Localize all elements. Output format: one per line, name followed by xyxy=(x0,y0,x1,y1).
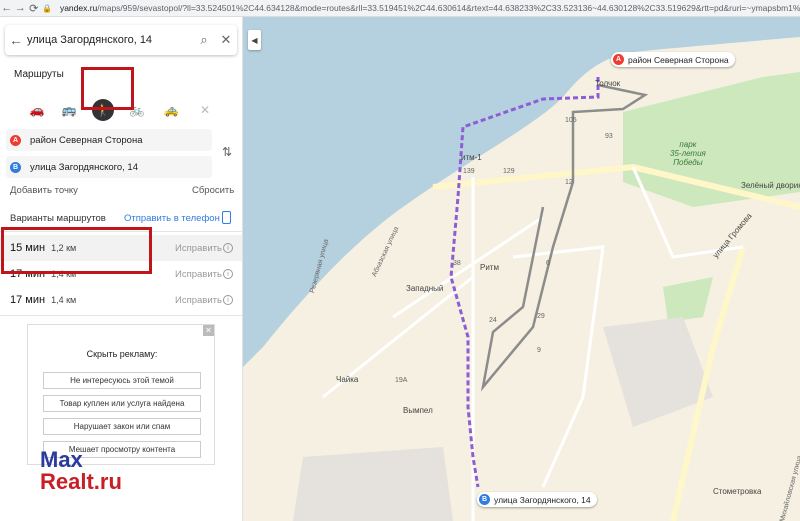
ad-option-button[interactable]: Не интересуюсь этой темой xyxy=(43,372,201,389)
route-time: 17 мин xyxy=(10,294,46,306)
fix-route-link[interactable]: Исправить xyxy=(175,295,222,306)
point-b-badge: B xyxy=(10,161,21,173)
map-label-zeleny: Зелёный дворик xyxy=(741,181,800,190)
map-label-ritm: Ритм xyxy=(480,263,499,272)
bus-mode-icon[interactable]: 🚌 xyxy=(56,97,82,123)
map-label-stomat: Стометровка xyxy=(713,487,762,496)
house-number: 24 xyxy=(489,317,497,324)
send-to-phone-link[interactable]: Отправить в телефон xyxy=(124,213,220,224)
info-icon[interactable]: i xyxy=(223,295,233,305)
house-number: 129 xyxy=(503,168,515,175)
collapse-panel-icon[interactable]: ◀ xyxy=(248,30,261,50)
fix-route-link[interactable]: Исправить xyxy=(175,243,222,254)
house-number: 93 xyxy=(605,133,613,140)
lock-icon: 🔒 xyxy=(42,3,53,13)
highlight-first-route xyxy=(1,227,152,274)
url-host: yandex.ru xyxy=(59,3,98,13)
route-distance: 1,4 км xyxy=(51,295,77,305)
house-number: 105 xyxy=(565,117,577,124)
watermark-line1: Max xyxy=(40,447,83,472)
ad-close-icon[interactable]: ✕ xyxy=(203,325,214,336)
map-pin-b[interactable]: B улица Загордянского, 14 xyxy=(477,492,597,507)
back-icon[interactable]: ← xyxy=(5,32,27,48)
ad-hide-box: ✕ Скрыть рекламу: Не интересуюсь этой те… xyxy=(27,324,215,465)
reset-link[interactable]: Сбросить xyxy=(192,185,234,196)
map-label-itm1: итм-1 xyxy=(461,153,482,162)
route-variants-label: Варианты маршрутов xyxy=(10,213,106,224)
add-point-link[interactable]: Добавить точку xyxy=(10,185,78,196)
map-view[interactable]: Толчок итм-1 Ритм Западный Чайка Вымпел … xyxy=(243,17,800,521)
pin-a-label: район Северная Сторона xyxy=(628,54,729,65)
house-number: 29 xyxy=(537,313,545,320)
url-path: /maps/959/sevastopol/?ll=33.524501%2C44.… xyxy=(97,3,800,13)
pin-b-label: улица Загордянского, 14 xyxy=(494,494,591,505)
divider xyxy=(0,315,242,316)
house-number: 12 xyxy=(565,179,573,186)
point-a-badge: A xyxy=(10,134,21,146)
map-label-park: парк 35-летия Победы xyxy=(670,140,706,167)
info-icon[interactable]: i xyxy=(223,269,233,279)
forward-arrow-icon[interactable]: → xyxy=(13,1,26,15)
routes-title: Маршруты xyxy=(14,69,64,80)
house-number: 38 xyxy=(453,260,461,267)
ad-option-button[interactable]: Нарушает закон или спам xyxy=(43,418,201,435)
watermark-line2: Realt.ru xyxy=(40,469,122,494)
back-arrow-icon[interactable]: ← xyxy=(0,1,13,15)
house-number: 6 xyxy=(546,260,550,267)
house-number: 139 xyxy=(463,168,475,175)
map-label-zapadny: Западный xyxy=(406,284,444,293)
point-a-field[interactable]: A район Северная Сторона xyxy=(6,129,212,151)
map-label-vympel: Вымпел xyxy=(403,406,433,415)
map-label-chaika: Чайка xyxy=(336,375,359,384)
map-pin-a[interactable]: A район Северная Сторона xyxy=(611,52,735,67)
point-b-field[interactable]: B улица Загордянского, 14 xyxy=(6,156,212,178)
info-icon[interactable]: i xyxy=(223,243,233,253)
fix-route-link[interactable]: Исправить xyxy=(175,269,222,280)
house-number: 19А xyxy=(395,377,408,384)
point-b-label: улица Загордянского, 14 xyxy=(30,161,138,173)
highlight-walk-mode xyxy=(81,67,134,110)
browser-bar: ← → ⟳ 🔒 yandex.ru/maps/959/sevastopol/?l… xyxy=(0,0,800,17)
watermark-logo: Max Realt.ru xyxy=(40,449,122,493)
ad-option-button[interactable]: Товар куплен или услуга найдена xyxy=(43,395,201,412)
car-mode-icon[interactable]: 🚗 xyxy=(24,97,50,123)
swap-points-icon[interactable]: ⇅ xyxy=(222,145,232,159)
search-input[interactable]: улица Загордянского, 14 xyxy=(27,34,193,46)
taxi-mode-icon[interactable]: 🚕 xyxy=(158,97,184,123)
map-canvas xyxy=(243,17,800,521)
pin-b-badge: B xyxy=(479,494,490,505)
pin-a-badge: A xyxy=(613,54,624,65)
reload-icon[interactable]: ⟳ xyxy=(27,1,40,15)
route-option[interactable]: 17 мин 1,4 км Исправить i xyxy=(0,287,242,313)
close-icon[interactable]: ✕ xyxy=(215,32,237,48)
phone-icon[interactable] xyxy=(222,211,231,224)
industrial-area xyxy=(293,447,453,521)
search-icon[interactable]: ⌕ xyxy=(193,32,215,48)
scooter-mode-icon[interactable]: ✕ xyxy=(192,97,218,123)
house-number: 9 xyxy=(537,347,541,354)
point-a-label: район Северная Сторона xyxy=(30,134,143,146)
search-box[interactable]: ← улица Загордянского, 14 ⌕ ✕ xyxy=(5,25,237,55)
address-bar[interactable]: yandex.ru/maps/959/sevastopol/?ll=33.524… xyxy=(60,3,800,13)
ad-title: Скрыть рекламу: xyxy=(86,349,158,359)
map-label-tolchok: Толчок xyxy=(595,79,621,88)
